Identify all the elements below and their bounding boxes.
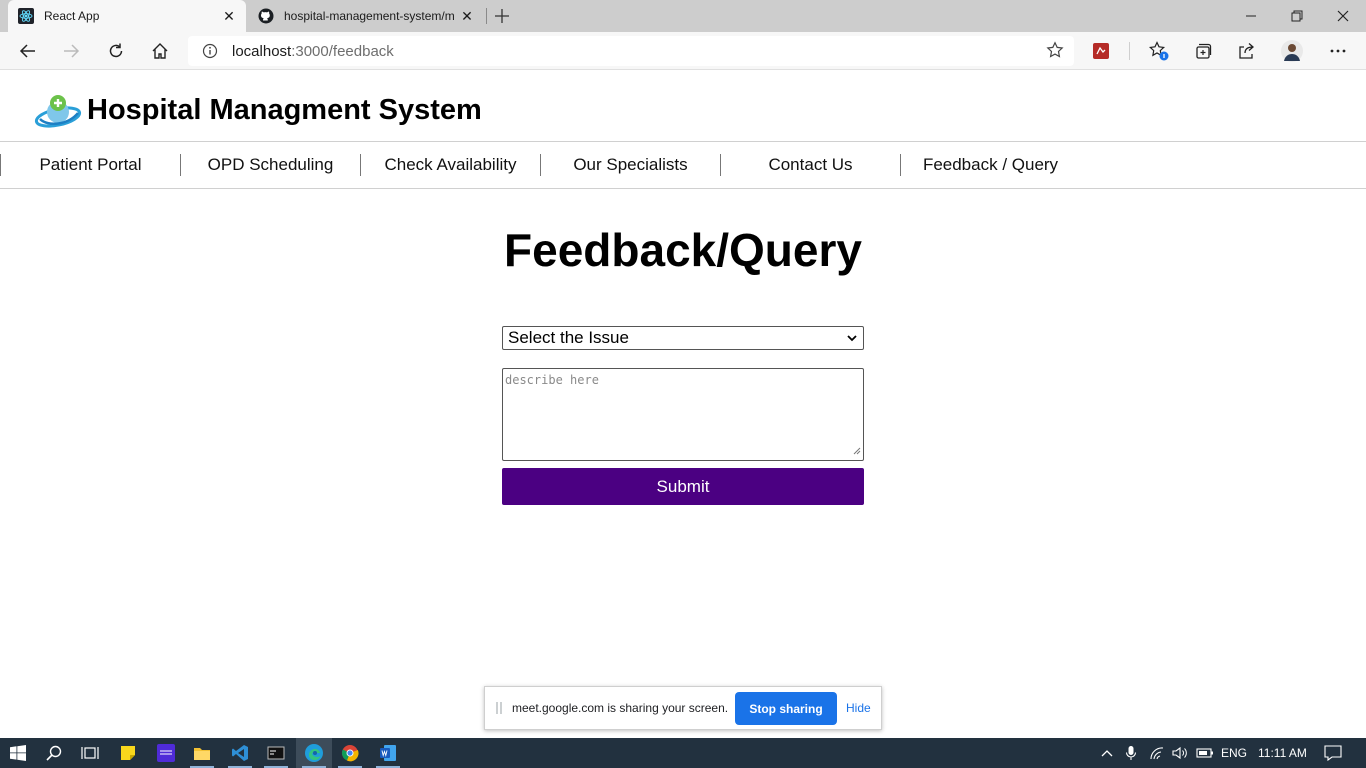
close-window-icon[interactable] bbox=[1320, 0, 1366, 32]
edge-browser-icon[interactable] bbox=[296, 738, 332, 768]
tab-title: hospital-management-system/m bbox=[284, 9, 455, 23]
address-bar[interactable]: localhost:3000/feedback bbox=[188, 36, 1074, 66]
wifi-icon[interactable] bbox=[1150, 738, 1166, 768]
extension-icon[interactable] bbox=[1085, 35, 1117, 67]
search-icon[interactable] bbox=[36, 738, 72, 768]
nav-opd-scheduling[interactable]: OPD Scheduling bbox=[180, 154, 360, 176]
task-view-icon[interactable] bbox=[72, 738, 108, 768]
screen-share-bar: meet.google.com is sharing your screen. … bbox=[484, 686, 882, 730]
file-explorer-icon[interactable] bbox=[184, 738, 220, 768]
site-title: Hospital Managment System bbox=[87, 94, 482, 126]
url-path: :3000/feedback bbox=[291, 42, 394, 60]
tab-title: React App bbox=[44, 9, 100, 23]
taskbar: ENG 11:11 AM bbox=[0, 738, 1366, 768]
nav-our-specialists[interactable]: Our Specialists bbox=[540, 154, 720, 176]
nav-patient-portal[interactable]: Patient Portal bbox=[0, 154, 180, 176]
minimize-icon[interactable] bbox=[1228, 0, 1274, 32]
tab-github[interactable]: hospital-management-system/m ✕ bbox=[250, 0, 484, 32]
github-icon bbox=[258, 8, 274, 24]
volume-icon[interactable] bbox=[1172, 738, 1188, 768]
nav-feedback-query[interactable]: Feedback / Query bbox=[900, 154, 1080, 176]
hide-link[interactable]: Hide bbox=[846, 701, 871, 715]
close-tab-icon[interactable]: ✕ bbox=[456, 5, 478, 27]
drag-handle-icon[interactable] bbox=[496, 701, 502, 720]
tab-divider bbox=[486, 8, 487, 24]
favorite-star-icon[interactable] bbox=[1046, 41, 1064, 64]
more-options-icon[interactable] bbox=[1322, 35, 1354, 67]
web-page: Hospital Managment System Patient Portal… bbox=[0, 71, 1366, 738]
issue-select-value: Select the Issue bbox=[508, 328, 629, 347]
nav-check-availability[interactable]: Check Availability bbox=[360, 154, 540, 176]
share-message: meet.google.com is sharing your screen. bbox=[512, 701, 729, 715]
site-header: Hospital Managment System bbox=[0, 71, 1366, 142]
nav-contact-us[interactable]: Contact Us bbox=[720, 154, 900, 176]
home-icon[interactable] bbox=[144, 35, 176, 67]
tab-strip: React App ✕ hospital-management-system/m… bbox=[0, 0, 1366, 32]
collections-icon[interactable] bbox=[1187, 35, 1219, 67]
site-info-icon[interactable] bbox=[196, 43, 224, 59]
chrome-icon[interactable] bbox=[332, 738, 368, 768]
stop-sharing-button[interactable]: Stop sharing bbox=[735, 692, 837, 725]
favorites-icon[interactable] bbox=[1143, 35, 1175, 67]
microphone-icon[interactable] bbox=[1125, 738, 1137, 768]
new-tab-icon[interactable] bbox=[490, 4, 514, 28]
chevron-down-icon bbox=[845, 330, 859, 350]
react-icon bbox=[18, 8, 34, 24]
restore-icon[interactable] bbox=[1274, 0, 1320, 32]
show-hidden-icons[interactable] bbox=[1100, 738, 1114, 768]
browser-toolbar: localhost:3000/feedback bbox=[0, 32, 1366, 70]
url-text: localhost:3000/feedback bbox=[232, 43, 394, 60]
issue-select[interactable]: Select the Issue bbox=[502, 326, 864, 350]
share-icon[interactable] bbox=[1230, 35, 1262, 67]
toolbar-divider bbox=[1129, 42, 1130, 60]
hospital-logo-icon bbox=[34, 91, 84, 131]
submit-button[interactable]: Submit bbox=[502, 468, 864, 505]
notifications-icon[interactable] bbox=[1324, 738, 1342, 768]
describe-textarea[interactable]: describe here bbox=[502, 368, 864, 461]
refresh-icon[interactable] bbox=[100, 35, 132, 67]
language-indicator[interactable]: ENG bbox=[1221, 738, 1247, 768]
amazon-music-icon[interactable] bbox=[148, 738, 184, 768]
resize-grip-icon[interactable] bbox=[853, 444, 861, 458]
back-arrow-icon[interactable] bbox=[12, 35, 44, 67]
vscode-icon[interactable] bbox=[222, 738, 258, 768]
page-title: Feedback/Query bbox=[504, 224, 862, 276]
word-icon[interactable] bbox=[370, 738, 406, 768]
battery-icon[interactable] bbox=[1196, 738, 1214, 768]
terminal-icon[interactable] bbox=[258, 738, 294, 768]
windows-start-icon[interactable] bbox=[0, 738, 36, 768]
close-tab-icon[interactable]: ✕ bbox=[218, 5, 240, 27]
profile-avatar[interactable] bbox=[1276, 35, 1308, 67]
main-nav: Patient Portal OPD Scheduling Check Avai… bbox=[0, 142, 1366, 189]
forward-arrow-icon[interactable] bbox=[55, 35, 87, 67]
tab-react-app[interactable]: React App ✕ bbox=[8, 0, 246, 32]
clock[interactable]: 11:11 AM bbox=[1258, 738, 1307, 768]
sticky-notes-icon[interactable] bbox=[110, 738, 146, 768]
describe-placeholder: describe here bbox=[505, 373, 599, 387]
url-host: localhost bbox=[232, 42, 292, 60]
